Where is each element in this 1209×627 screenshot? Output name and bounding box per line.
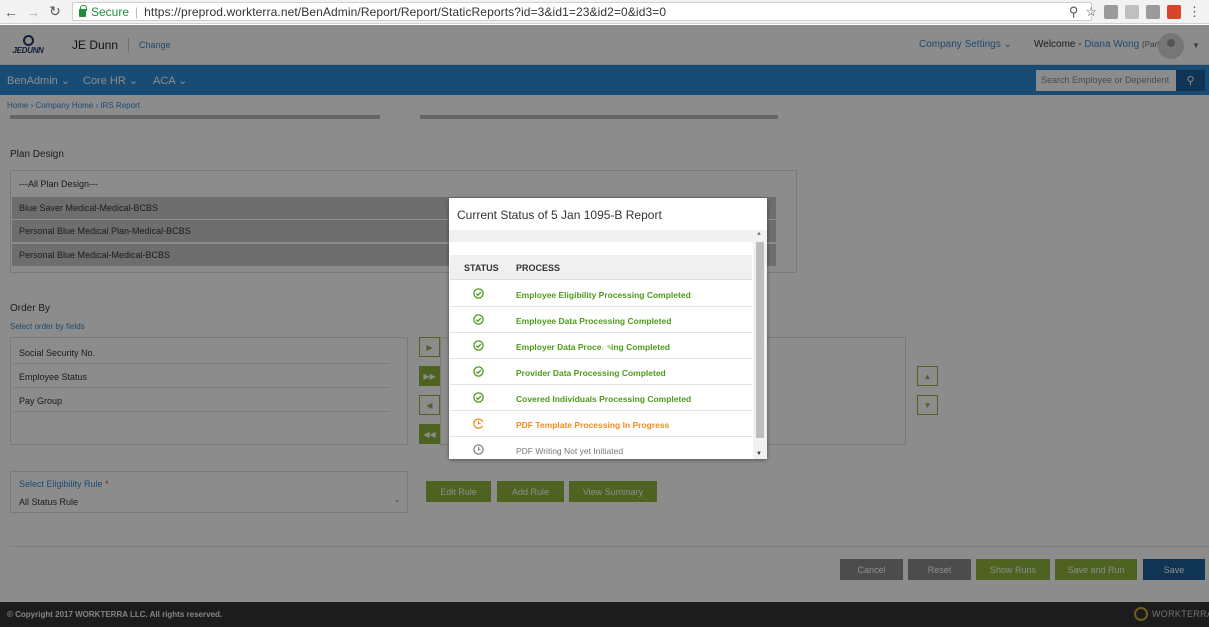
browser-menu-icon[interactable]: ⋮ [1188, 4, 1201, 20]
process-name: Employee Data Processing Completed [516, 316, 672, 326]
clock-icon [473, 444, 484, 455]
report-status-modal: Current Status of 5 Jan 1095-B Report ST… [449, 198, 767, 459]
scroll-thumb[interactable] [756, 242, 764, 438]
address-bar[interactable]: Secure | https://preprod.workterra.net/B… [72, 2, 1092, 21]
check-circle-icon [473, 340, 484, 351]
process-name: PDF Template Processing In Progress [516, 420, 670, 430]
url-separator: | [135, 4, 139, 19]
browser-actions: ⚲ ☆ ⋮ [1069, 2, 1201, 21]
browser-toolbar: ← → ↻ Secure | https://preprod.workterra… [0, 0, 1209, 24]
extension-icon[interactable] [1146, 4, 1160, 19]
back-icon[interactable]: ← [0, 1, 22, 23]
table-row: Provider Data Processing Completed [450, 359, 752, 385]
bookmark-star-icon[interactable]: ☆ [1085, 4, 1097, 20]
status-column-header: STATUS [464, 263, 499, 273]
status-table-header: STATUS PROCESS [450, 255, 752, 280]
secure-label: Secure [91, 4, 130, 19]
process-name: Provider Data Processing Completed [516, 368, 666, 378]
red-extension-icon[interactable] [1167, 4, 1181, 19]
process-name: Employee Eligibility Processing Complete… [516, 290, 691, 300]
forward-icon[interactable]: → [22, 1, 44, 23]
check-circle-icon [473, 314, 484, 325]
table-row: Employee Data Processing Completed [450, 307, 752, 333]
table-row: PDF Writing Not yet Initiated [450, 437, 752, 459]
scroll-up-icon[interactable]: ▲ [756, 231, 762, 237]
status-table: STATUS PROCESS Employee Eligibility Proc… [450, 255, 752, 459]
modal-scrollbar[interactable]: ▲ ▼ [753, 230, 767, 459]
pdf-extension-icon[interactable] [1125, 4, 1139, 19]
check-circle-icon [473, 392, 484, 403]
check-circle-icon [473, 288, 484, 299]
scroll-down-icon[interactable]: ▼ [756, 451, 762, 457]
process-column-header: PROCESS [516, 263, 561, 273]
table-row: Covered Individuals Processing Completed [450, 385, 752, 411]
url-text[interactable]: https://preprod.workterra.net/BenAdmin/R… [144, 5, 666, 19]
process-name: Covered Individuals Processing Completed [516, 394, 692, 404]
lock-icon [79, 4, 87, 17]
modal-divider [449, 230, 767, 242]
in-progress-icon [473, 418, 484, 429]
modal-title: Current Status of 5 Jan 1095-B Report [457, 208, 662, 222]
zoom-icon[interactable]: ⚲ [1069, 4, 1079, 20]
check-circle-icon [473, 366, 484, 377]
table-row: PDF Template Processing In Progress [450, 411, 752, 437]
camera-extension-icon[interactable] [1104, 4, 1118, 19]
process-name: Employer Data Processing Completed [516, 342, 670, 352]
process-name: PDF Writing Not yet Initiated [516, 446, 624, 456]
reload-icon[interactable]: ↻ [44, 1, 66, 23]
table-row: Employee Eligibility Processing Complete… [450, 281, 752, 307]
